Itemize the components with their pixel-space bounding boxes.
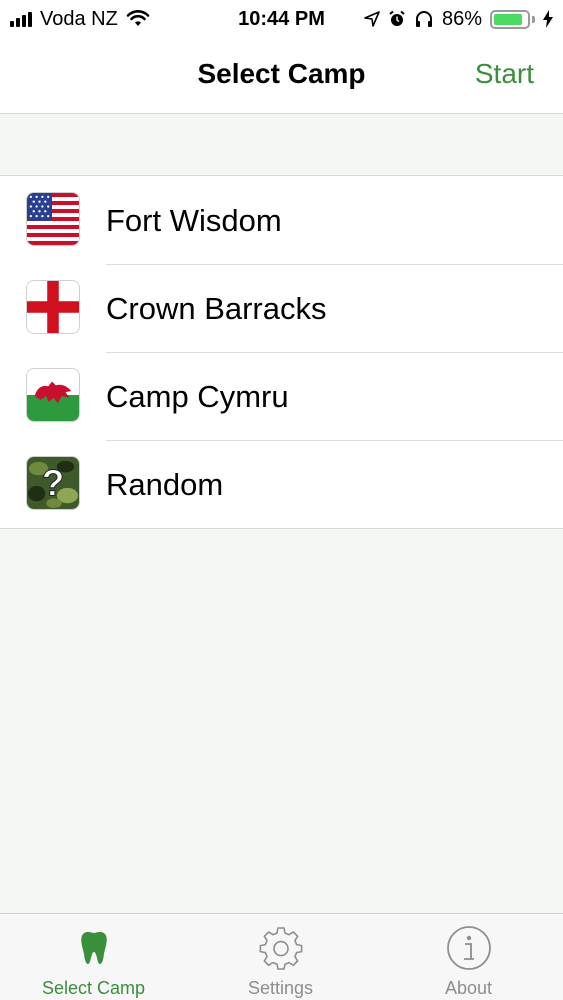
gear-icon bbox=[257, 924, 305, 972]
start-button[interactable]: Start bbox=[475, 58, 534, 90]
camp-row-camp-cymru[interactable]: Camp Cymru bbox=[0, 352, 563, 440]
camp-label: Random bbox=[106, 467, 224, 502]
tab-label: Select Camp bbox=[41, 978, 146, 998]
camp-label: Fort Wisdom bbox=[106, 203, 282, 238]
tab-settings[interactable]: Settings bbox=[187, 914, 374, 1000]
alarm-icon bbox=[389, 10, 405, 26]
wales-flag-icon bbox=[26, 368, 80, 422]
tab-bar: Select Camp Settings About bbox=[0, 913, 563, 1000]
navigation-bar: Select Camp Start bbox=[0, 38, 563, 114]
usa-flag-icon bbox=[26, 192, 80, 246]
charging-icon bbox=[543, 10, 553, 28]
tab-select-camp[interactable]: Select Camp bbox=[0, 914, 187, 1000]
info-icon bbox=[445, 924, 493, 972]
camp-row-random[interactable]: ? Random bbox=[0, 440, 563, 528]
headphones-icon bbox=[415, 11, 432, 27]
battery-icon bbox=[490, 9, 535, 29]
status-bar: Voda NZ 10:44 PM 86% bbox=[0, 0, 563, 38]
camp-label: Crown Barracks bbox=[106, 291, 327, 326]
svg-text:?: ? bbox=[42, 463, 64, 504]
tab-label: Settings bbox=[247, 978, 314, 998]
signal-icon bbox=[10, 11, 32, 27]
tab-about[interactable]: About bbox=[375, 914, 562, 1000]
random-camo-question-icon: ? bbox=[26, 456, 80, 510]
location-icon bbox=[364, 11, 380, 27]
battery-percent: 86% bbox=[441, 7, 482, 30]
wifi-icon bbox=[126, 10, 150, 26]
status-right: 86% bbox=[364, 8, 553, 31]
camp-row-crown-barracks[interactable]: Crown Barracks bbox=[0, 264, 563, 352]
camp-label: Camp Cymru bbox=[106, 379, 289, 414]
carrier-label: Voda NZ bbox=[40, 7, 118, 30]
tooth-icon bbox=[70, 924, 118, 972]
status-left: Voda NZ bbox=[10, 8, 150, 31]
england-flag-icon bbox=[26, 280, 80, 334]
camp-row-fort-wisdom[interactable]: Fort Wisdom bbox=[0, 176, 563, 264]
tab-label: About bbox=[444, 978, 493, 998]
camp-list: Fort Wisdom Crown Barracks Camp Cymru ? … bbox=[0, 175, 563, 529]
